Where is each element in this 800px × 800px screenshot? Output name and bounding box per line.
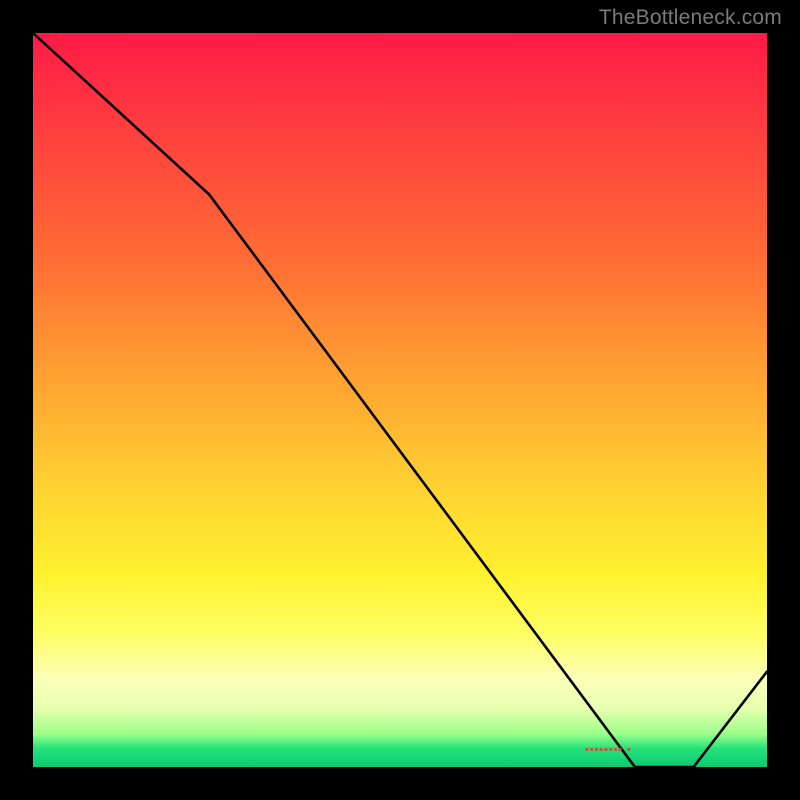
- bottleneck-curve: [33, 33, 767, 767]
- optimal-marker: ▪▪▪▪▪▪▪▪ ▪: [585, 742, 632, 756]
- plot-area: ▪▪▪▪▪▪▪▪ ▪: [33, 33, 767, 767]
- attribution-label: TheBottleneck.com: [599, 6, 782, 30]
- chart-frame: TheBottleneck.com ▪▪▪▪▪▪▪▪ ▪: [0, 0, 800, 800]
- curve-layer: [33, 33, 767, 767]
